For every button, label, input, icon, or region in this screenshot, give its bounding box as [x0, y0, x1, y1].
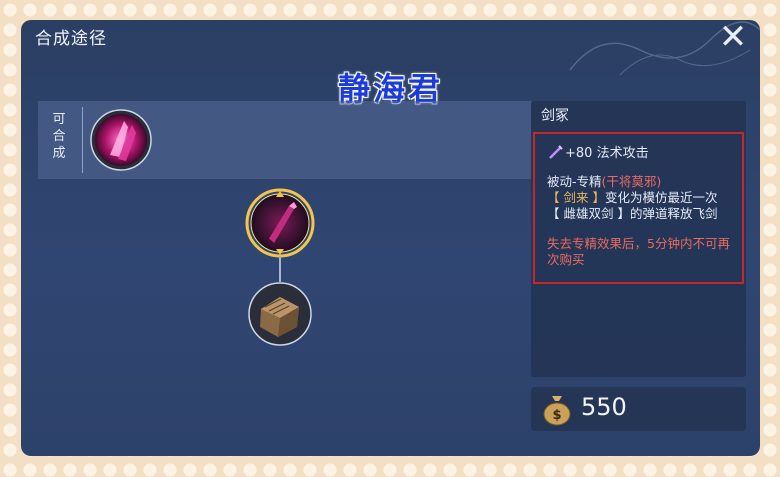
item-warning-text: 失去专精效果后，5分钟内不可再次购买 — [547, 236, 730, 267]
item-passive-text: 被动-专精(干将莫邪) 【 剑来 】变化为模仿最近一次 【 雌雄双剑 】的弹道释… — [547, 174, 718, 221]
item-stat: +80 法术攻击 — [549, 142, 649, 163]
item-price: 550 — [581, 393, 627, 421]
magic-wand-icon — [549, 145, 563, 163]
item-name: 剑冢 — [541, 108, 569, 124]
close-icon[interactable]: ✕ — [716, 20, 750, 54]
wooden-crate-item-icon[interactable] — [247, 281, 313, 351]
build-tree-connector — [279, 256, 281, 282]
crimson-sword-item-icon[interactable] — [245, 188, 315, 262]
svg-text:$: $ — [552, 408, 561, 423]
crafting-path-panel: 合成途径 静海君 ✕ 可 合 成 剑冢 +80 法术攻击 被动-专精(干将莫邪)… — [21, 20, 760, 456]
money-bag-icon: $ — [541, 392, 573, 430]
price-panel: $ 550 — [531, 387, 746, 431]
crimson-crystal-item-icon[interactable] — [90, 109, 152, 175]
craftable-row: 可 合 成 — [38, 101, 532, 179]
craftable-label: 可 合 成 — [52, 112, 66, 161]
item-info-card: 剑冢 +80 法术攻击 被动-专精(干将莫邪) 【 剑来 】变化为模仿最近一次 … — [531, 101, 746, 377]
panel-title: 合成途径 — [35, 29, 107, 49]
craftable-divider — [82, 107, 83, 173]
item-effect-box: +80 法术攻击 被动-专精(干将莫邪) 【 剑来 】变化为模仿最近一次 【 雌… — [533, 132, 744, 284]
